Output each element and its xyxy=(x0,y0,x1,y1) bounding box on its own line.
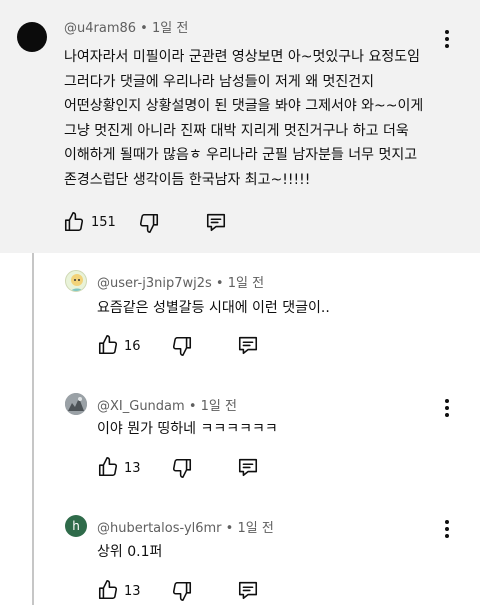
like-button[interactable] xyxy=(97,334,119,356)
separator: • xyxy=(211,276,228,291)
comment-time[interactable]: 1일 전 xyxy=(228,276,264,291)
comment-header: @user-j3nip7wj2s • 1일 전 xyxy=(97,272,264,291)
dislike-button[interactable] xyxy=(171,580,193,602)
thumb-up-icon xyxy=(64,212,84,232)
comment-time[interactable]: 1일 전 xyxy=(152,21,188,36)
dislike-button[interactable] xyxy=(171,335,193,357)
reply-button[interactable] xyxy=(237,334,259,356)
more-vert-icon[interactable] xyxy=(441,30,453,52)
thumb-down-icon xyxy=(139,213,159,233)
comment-text: 나여자라서 미필이라 군관련 영상보면 아~멋있구나 요정도임 그러다가 댓글에… xyxy=(64,45,423,193)
thumb-up-icon xyxy=(98,580,118,600)
comment-text: 이야 뭔가 띵하네 ㅋㅋㅋㅋㅋㅋ xyxy=(97,421,278,437)
comment-line: 그냥 멋진게 아니라 진짜 대박 지리게 멋진거구나 하고 더욱 xyxy=(64,122,409,139)
thumb-up-icon xyxy=(98,335,118,355)
separator: • xyxy=(136,21,152,36)
like-count: 151 xyxy=(91,215,116,230)
reply-button[interactable] xyxy=(237,579,259,601)
avatar[interactable]: h xyxy=(65,515,87,537)
like-count: 13 xyxy=(124,584,141,599)
avatar[interactable] xyxy=(17,22,47,52)
comment-time[interactable]: 1일 전 xyxy=(201,399,237,414)
main-comment: @u4ram86 • 1일 전 나여자라서 미필이라 군관련 영상보면 아~멋있… xyxy=(0,0,480,253)
thumb-up-icon xyxy=(98,457,118,477)
thumb-down-icon xyxy=(172,336,192,356)
reply-comment-icon xyxy=(238,458,258,477)
comment-line: 나여자라서 미필이라 군관련 영상보면 아~멋있구나 요정도임 xyxy=(64,49,420,65)
more-vert-icon[interactable] xyxy=(441,399,453,421)
reply-button[interactable] xyxy=(237,456,259,478)
comment-line: 어떤상황인지 상황설명이 된 댓글을 봐야 그제서야 와~~이게 xyxy=(64,98,424,115)
like-button[interactable] xyxy=(97,579,119,601)
dislike-button[interactable] xyxy=(171,457,193,479)
thumb-down-icon xyxy=(172,581,192,601)
comment-author[interactable]: @hubertalos-yl6mr xyxy=(97,521,222,536)
comment-author[interactable]: @XI_Gundam xyxy=(97,399,185,414)
comment-header: @XI_Gundam • 1일 전 xyxy=(97,395,237,414)
comment-author[interactable]: @user-j3nip7wj2s xyxy=(97,276,212,291)
dislike-button[interactable] xyxy=(138,212,160,234)
reply-button[interactable] xyxy=(205,211,227,233)
comment-line: 존경스럽단 생각이듬 한국남자 최고~!!!!! xyxy=(64,171,311,188)
comment-text: 상위 0.1퍼 xyxy=(97,544,163,560)
like-button[interactable] xyxy=(63,211,85,233)
separator: • xyxy=(221,521,238,536)
comment-line: 이해하게 될때가 많음ㅎ 우리나라 군필 남자분들 너무 멋지고 xyxy=(64,147,418,164)
comment-header: @u4ram86 • 1일 전 xyxy=(64,17,188,36)
reply-thread-line xyxy=(32,253,34,605)
separator: • xyxy=(184,399,201,414)
reply-comment-icon xyxy=(238,581,258,600)
comment-author[interactable]: @u4ram86 xyxy=(64,21,136,36)
like-button[interactable] xyxy=(97,456,119,478)
reply-comment-icon xyxy=(206,213,226,232)
comment-time[interactable]: 1일 전 xyxy=(237,521,273,536)
more-vert-icon[interactable] xyxy=(441,520,453,542)
comment-header: @hubertalos-yl6mr • 1일 전 xyxy=(97,517,274,536)
thumb-down-icon xyxy=(172,458,192,478)
avatar[interactable] xyxy=(65,393,87,415)
comment-line: 그러다가 댓글에 우리나라 남성들이 저게 왜 멋진건지 xyxy=(64,73,375,90)
comment-text: 요즘같은 성별갈등 시대에 이런 댓글이.. xyxy=(97,300,330,316)
avatar[interactable] xyxy=(65,270,87,292)
like-count: 16 xyxy=(124,339,141,354)
like-count: 13 xyxy=(124,461,141,476)
reply-comment-icon xyxy=(238,336,258,355)
